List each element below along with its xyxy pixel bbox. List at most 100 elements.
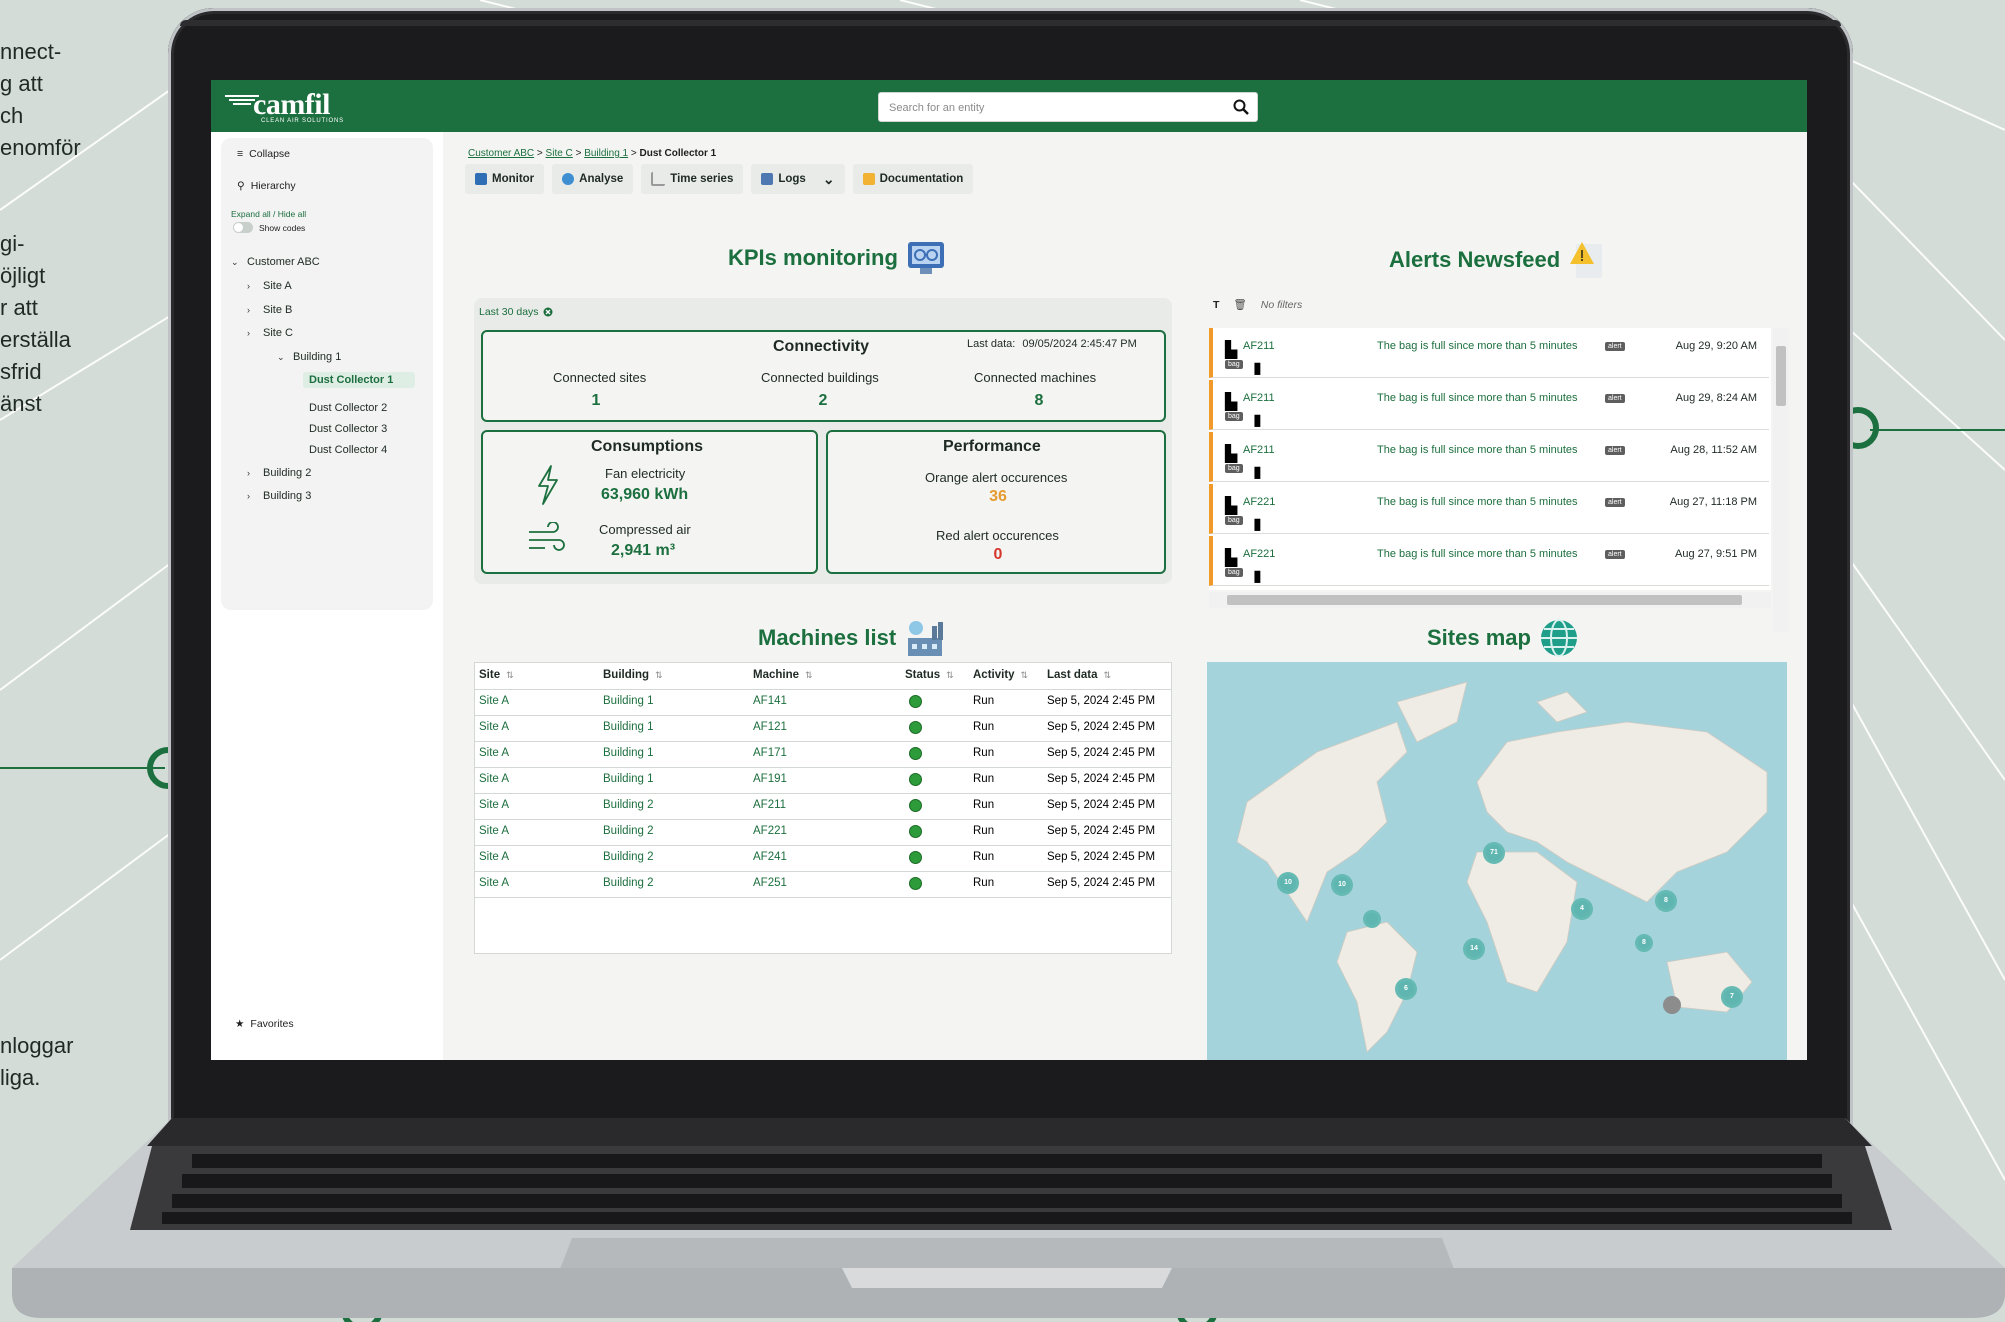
list-item[interactable]: ▙ AF221 bag ▮ The bag is full since more… (1209, 536, 1769, 586)
breadcrumb-customer[interactable]: Customer ABC (468, 148, 534, 159)
scrollbar-thumb[interactable] (1227, 595, 1742, 605)
tab-analyse[interactable]: Analyse (552, 164, 634, 194)
cell-machine[interactable]: AF241 (753, 851, 787, 863)
tab-time-series[interactable]: Time series (641, 164, 744, 194)
cell-machine[interactable]: AF221 (753, 825, 787, 837)
collapse-button[interactable]: ≡ Collapse (237, 148, 290, 160)
list-item[interactable]: ▙ AF211 bag ▮ The bag is full since more… (1209, 380, 1769, 430)
tree-item-building-3[interactable]: › Building 3 (247, 490, 311, 502)
favorites-button[interactable]: ★ Favorites (235, 1018, 294, 1030)
tree-item-site-b[interactable]: › Site B (247, 304, 292, 316)
camfil-logo[interactable]: camfil CLEAN AIR SOLUTIONS (225, 88, 345, 126)
cell-building[interactable]: Building 1 (603, 721, 654, 733)
map-cluster-marker[interactable]: 4 (1571, 898, 1593, 920)
cell-building[interactable]: Building 1 (603, 747, 654, 759)
cell-machine[interactable]: AF191 (753, 773, 787, 785)
tree-item-dust-collector-3[interactable]: Dust Collector 3 (309, 423, 387, 435)
alerts-horizontal-scrollbar[interactable] (1209, 592, 1771, 608)
col-activity[interactable]: Activity ⇅ (973, 669, 1028, 681)
tree-item-dust-collector-2[interactable]: Dust Collector 2 (309, 402, 387, 414)
cell-site[interactable]: Site A (479, 773, 509, 785)
cell-building[interactable]: Building 2 (603, 825, 654, 837)
tree-item-dust-collector-1[interactable]: Dust Collector 1 (303, 372, 415, 388)
expand-all-link[interactable]: Expand all / Hide all (231, 209, 306, 219)
sort-icon[interactable]: ⇅ (1021, 670, 1029, 681)
table-row[interactable]: Site A Building 2 AF221 Run Sep 5, 2024 2:45… (475, 819, 1171, 846)
sort-icon[interactable]: ⇅ (1104, 670, 1112, 681)
alert-machine[interactable]: AF211 (1243, 340, 1275, 352)
table-row[interactable]: Site A Building 1 AF171 Run Sep 5, 2024 2:45… (475, 741, 1171, 768)
table-row[interactable]: Site A Building 1 AF141 Run Sep 5, 2024 2:45… (475, 689, 1171, 716)
list-item[interactable]: ▙ AF211 bag ▮ The bag is full since more… (1209, 432, 1769, 482)
map-cluster-marker[interactable]: 8 (1635, 934, 1653, 952)
search-icon[interactable] (1233, 99, 1249, 115)
period-filter[interactable]: Last 30 days (479, 306, 553, 318)
clear-period-icon[interactable] (543, 307, 553, 317)
tab-documentation[interactable]: Documentation (852, 164, 974, 194)
sort-icon[interactable]: ⇅ (946, 670, 954, 681)
map-cluster-marker[interactable]: 10 (1331, 874, 1353, 896)
tree-item-building-1[interactable]: ⌄ Building 1 (277, 351, 341, 363)
cell-building[interactable]: Building 2 (603, 877, 654, 889)
map-cluster-marker[interactable] (1663, 996, 1681, 1014)
filter-type-icon[interactable]: T (1213, 299, 1219, 311)
cell-machine[interactable]: AF211 (753, 799, 786, 811)
alert-machine[interactable]: AF211 (1243, 444, 1275, 456)
list-item[interactable]: ▙ AF211 bag ▮ The bag is full since more… (1209, 328, 1769, 378)
sites-map[interactable]: 10 10 71 14 4 8 8 7 6 (1207, 662, 1787, 1060)
col-status[interactable]: Status ⇅ (905, 669, 954, 681)
col-building[interactable]: Building ⇅ (603, 669, 663, 681)
cell-building[interactable]: Building 2 (603, 799, 654, 811)
col-site[interactable]: Site ⇅ (479, 669, 514, 681)
tab-monitor[interactable]: Monitor (465, 164, 545, 194)
cell-building[interactable]: Building 2 (603, 851, 654, 863)
table-row[interactable]: Site A Building 1 AF191 Run Sep 5, 2024 2:45… (475, 767, 1171, 794)
show-codes-toggle[interactable] (233, 222, 253, 233)
chevron-down-icon[interactable]: ⌄ (823, 171, 835, 188)
cell-site[interactable]: Site A (479, 695, 509, 707)
cell-site[interactable]: Site A (479, 799, 509, 811)
cell-site[interactable]: Site A (479, 747, 509, 759)
search-input[interactable] (887, 97, 1211, 119)
map-cluster-marker[interactable]: 10 (1277, 872, 1299, 894)
cell-machine[interactable]: AF141 (753, 695, 787, 707)
breadcrumb-site[interactable]: Site C (546, 148, 573, 159)
hierarchy-button[interactable]: ⚲ Hierarchy (237, 180, 296, 192)
table-row[interactable]: Site A Building 2 AF211 Run Sep 5, 2024 2:45… (475, 793, 1171, 820)
tree-item-site-a[interactable]: › Site A (247, 280, 292, 292)
map-cluster-marker[interactable]: 6 (1395, 978, 1417, 1000)
cell-machine[interactable]: AF121 (753, 721, 787, 733)
map-cluster-marker[interactable] (1363, 910, 1381, 928)
map-cluster-marker[interactable]: 14 (1463, 938, 1485, 960)
list-item[interactable]: ▙ AF221 bag ▮ The bag is full since more… (1209, 484, 1769, 534)
alerts-vertical-scrollbar[interactable] (1773, 328, 1789, 632)
breadcrumb-building[interactable]: Building 1 (584, 148, 628, 159)
alert-machine[interactable]: AF221 (1243, 496, 1275, 508)
sort-icon[interactable]: ⇅ (805, 670, 813, 681)
cell-site[interactable]: Site A (479, 877, 509, 889)
table-row[interactable]: Site A Building 2 AF251 Run Sep 5, 2024 2:45… (475, 871, 1171, 898)
table-row[interactable]: Site A Building 2 AF241 Run Sep 5, 2024 2:45… (475, 845, 1171, 872)
alert-machine[interactable]: AF221 (1243, 548, 1275, 560)
tree-item-dust-collector-4[interactable]: Dust Collector 4 (309, 444, 387, 456)
map-cluster-marker[interactable]: 71 (1483, 842, 1505, 864)
tree-item-site-c[interactable]: › Site C (247, 327, 293, 339)
col-machine[interactable]: Machine ⇅ (753, 669, 813, 681)
map-cluster-marker[interactable]: 8 (1655, 890, 1677, 912)
tree-item-building-2[interactable]: › Building 2 (247, 467, 311, 479)
alert-machine[interactable]: AF211 (1243, 392, 1275, 404)
cell-site[interactable]: Site A (479, 825, 509, 837)
cell-machine[interactable]: AF251 (753, 877, 787, 889)
scrollbar-thumb[interactable] (1776, 346, 1786, 406)
col-last-data[interactable]: Last data ⇅ (1047, 669, 1111, 681)
search-box[interactable] (878, 92, 1258, 122)
tree-item-customer[interactable]: ⌄ Customer ABC (231, 256, 320, 268)
cell-machine[interactable]: AF171 (753, 747, 787, 759)
sort-icon[interactable]: ⇅ (506, 670, 514, 681)
table-row[interactable]: Site A Building 1 AF121 Run Sep 5, 2024 2:45… (475, 715, 1171, 742)
show-codes-toggle-row[interactable]: Show codes (233, 222, 305, 233)
cell-site[interactable]: Site A (479, 721, 509, 733)
cell-building[interactable]: Building 1 (603, 695, 654, 707)
tab-logs[interactable]: Logs ⌄ (751, 164, 845, 194)
cell-site[interactable]: Site A (479, 851, 509, 863)
